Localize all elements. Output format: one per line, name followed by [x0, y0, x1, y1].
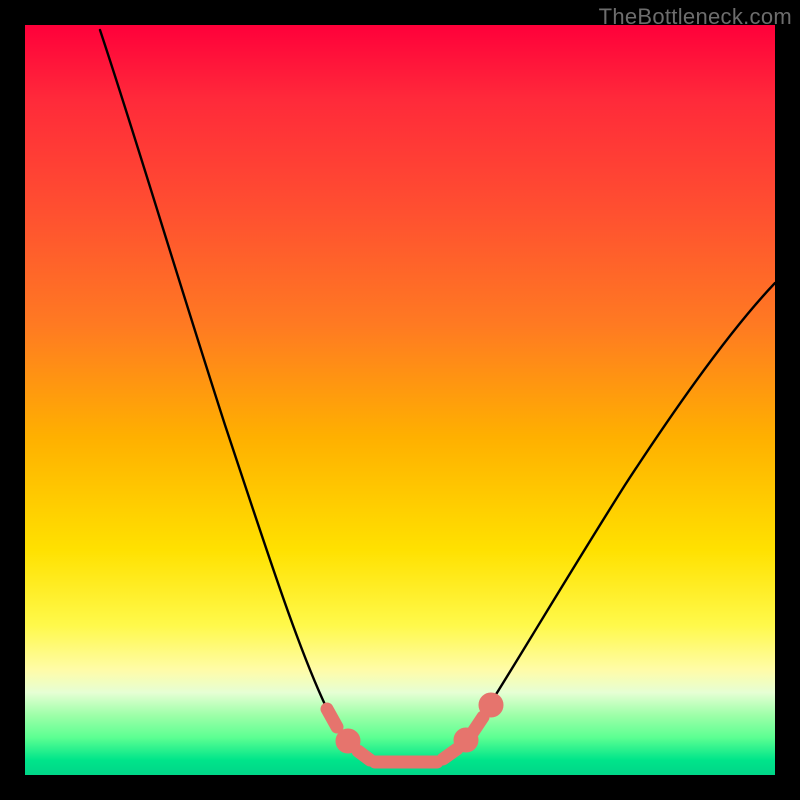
chart-stage: TheBottleneck.com: [0, 0, 800, 800]
watermark-text: TheBottleneck.com: [599, 4, 792, 30]
valley-markers: [327, 699, 497, 762]
bottleneck-curve: [25, 25, 775, 775]
curve-path: [100, 30, 775, 765]
plot-area: [25, 25, 775, 775]
